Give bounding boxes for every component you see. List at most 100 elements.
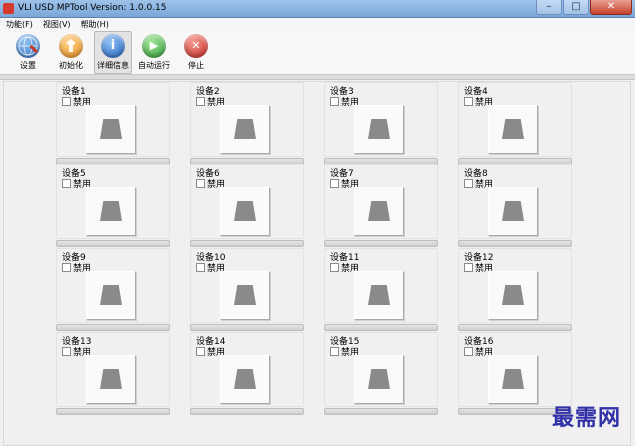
stop-icon: ✕: [184, 34, 208, 58]
device-slot-2: 设备2 禁用: [190, 82, 304, 165]
drive-icon: [502, 119, 524, 139]
device-slot-1: 设备1 禁用: [56, 82, 170, 165]
device-frame: 设备1 禁用: [56, 82, 170, 157]
checkbox-box[interactable]: [196, 179, 205, 188]
drive-button[interactable]: [488, 271, 538, 320]
checkbox-box[interactable]: [62, 97, 71, 106]
drive-button[interactable]: [488, 187, 538, 236]
device-frame: 设备14 禁用: [190, 332, 304, 407]
init-button[interactable]: 初始化: [53, 32, 89, 73]
menu-view[interactable]: 视图(V): [43, 19, 71, 30]
device-frame: 设备6 禁用: [190, 164, 304, 239]
device-progress-bar: [56, 240, 170, 247]
drive-icon: [100, 369, 122, 389]
checkbox-box[interactable]: [62, 179, 71, 188]
checkbox-box[interactable]: [464, 263, 473, 272]
device-progress-bar: [56, 324, 170, 331]
drive-button[interactable]: [354, 105, 404, 154]
settings-globe-icon: [16, 34, 40, 58]
device-progress-bar: [190, 408, 304, 415]
device-progress-bar: [458, 240, 572, 247]
settings-button[interactable]: 设置: [10, 32, 46, 73]
window-controls: – □ ✕: [535, 0, 632, 15]
device-frame: 设备7 禁用: [324, 164, 438, 239]
drive-button[interactable]: [220, 105, 270, 154]
device-frame: 设备13 禁用: [56, 332, 170, 407]
drive-button[interactable]: [354, 187, 404, 236]
menu-bar: 功能(F) 视图(V) 帮助(H): [0, 18, 635, 31]
details-button[interactable]: i 详细信息: [94, 31, 132, 74]
drive-button[interactable]: [354, 355, 404, 404]
device-slot-7: 设备7 禁用: [324, 164, 438, 247]
checkbox-box[interactable]: [464, 179, 473, 188]
checkbox-box[interactable]: [196, 97, 205, 106]
drive-icon: [368, 201, 390, 221]
device-progress-bar: [190, 324, 304, 331]
drive-button[interactable]: [488, 355, 538, 404]
device-slot-10: 设备10 禁用: [190, 248, 304, 331]
play-icon: ▶: [142, 34, 166, 58]
drive-icon: [502, 285, 524, 305]
menu-function[interactable]: 功能(F): [6, 19, 33, 30]
device-frame: 设备9 禁用: [56, 248, 170, 323]
drive-button[interactable]: [86, 105, 136, 154]
app-icon: [3, 3, 14, 14]
checkbox-box[interactable]: [62, 263, 71, 272]
drive-icon: [100, 201, 122, 221]
device-progress-bar: [324, 408, 438, 415]
close-button[interactable]: ✕: [590, 0, 632, 15]
checkbox-box[interactable]: [330, 347, 339, 356]
drive-icon: [234, 201, 256, 221]
stop-label: 停止: [188, 61, 204, 70]
drive-button[interactable]: [86, 271, 136, 320]
drive-button[interactable]: [488, 105, 538, 154]
device-frame: 设备5 禁用: [56, 164, 170, 239]
checkbox-box[interactable]: [330, 263, 339, 272]
drive-button[interactable]: [354, 271, 404, 320]
menu-help[interactable]: 帮助(H): [81, 19, 109, 30]
device-progress-bar: [190, 240, 304, 247]
device-slot-15: 设备15 禁用: [324, 332, 438, 415]
checkbox-box[interactable]: [464, 347, 473, 356]
drive-icon: [100, 285, 122, 305]
drive-button[interactable]: [220, 187, 270, 236]
device-slot-14: 设备14 禁用: [190, 332, 304, 415]
checkbox-box[interactable]: [464, 97, 473, 106]
device-progress-bar: [56, 408, 170, 415]
init-icon: [59, 34, 83, 58]
drive-icon: [502, 201, 524, 221]
drive-icon: [100, 119, 122, 139]
checkbox-box[interactable]: [196, 347, 205, 356]
drive-button[interactable]: [86, 187, 136, 236]
minimize-button[interactable]: –: [536, 0, 562, 15]
stop-button[interactable]: ✕ 停止: [178, 32, 214, 73]
device-slot-11: 设备11 禁用: [324, 248, 438, 331]
device-frame: 设备16 禁用: [458, 332, 572, 407]
details-label: 详细信息: [97, 61, 129, 70]
drive-button[interactable]: [220, 355, 270, 404]
checkbox-box[interactable]: [330, 179, 339, 188]
device-frame: 设备15 禁用: [324, 332, 438, 407]
drive-button[interactable]: [86, 355, 136, 404]
settings-label: 设置: [20, 61, 36, 70]
checkbox-box[interactable]: [196, 263, 205, 272]
auto-run-button[interactable]: ▶ 自动运行: [136, 32, 172, 73]
checkbox-box[interactable]: [62, 347, 71, 356]
checkbox-box[interactable]: [330, 97, 339, 106]
device-slot-13: 设备13 禁用: [56, 332, 170, 415]
drive-icon: [234, 285, 256, 305]
drive-icon: [234, 119, 256, 139]
drive-icon: [368, 369, 390, 389]
device-progress-bar: [458, 324, 572, 331]
device-slot-9: 设备9 禁用: [56, 248, 170, 331]
device-frame: 设备11 禁用: [324, 248, 438, 323]
drive-button[interactable]: [220, 271, 270, 320]
device-frame: 设备3 禁用: [324, 82, 438, 157]
device-panel: 设备1 禁用 设备2 禁用 设备3 禁用 设备4 禁用 设备5 禁用 设备6 禁用 设备7 禁用 设备8 禁用…: [3, 81, 631, 446]
info-icon: i: [101, 34, 125, 58]
drive-icon: [368, 285, 390, 305]
device-frame: 设备10 禁用: [190, 248, 304, 323]
drive-icon: [368, 119, 390, 139]
maximize-button[interactable]: □: [563, 0, 589, 15]
watermark: 最需网: [551, 405, 621, 431]
